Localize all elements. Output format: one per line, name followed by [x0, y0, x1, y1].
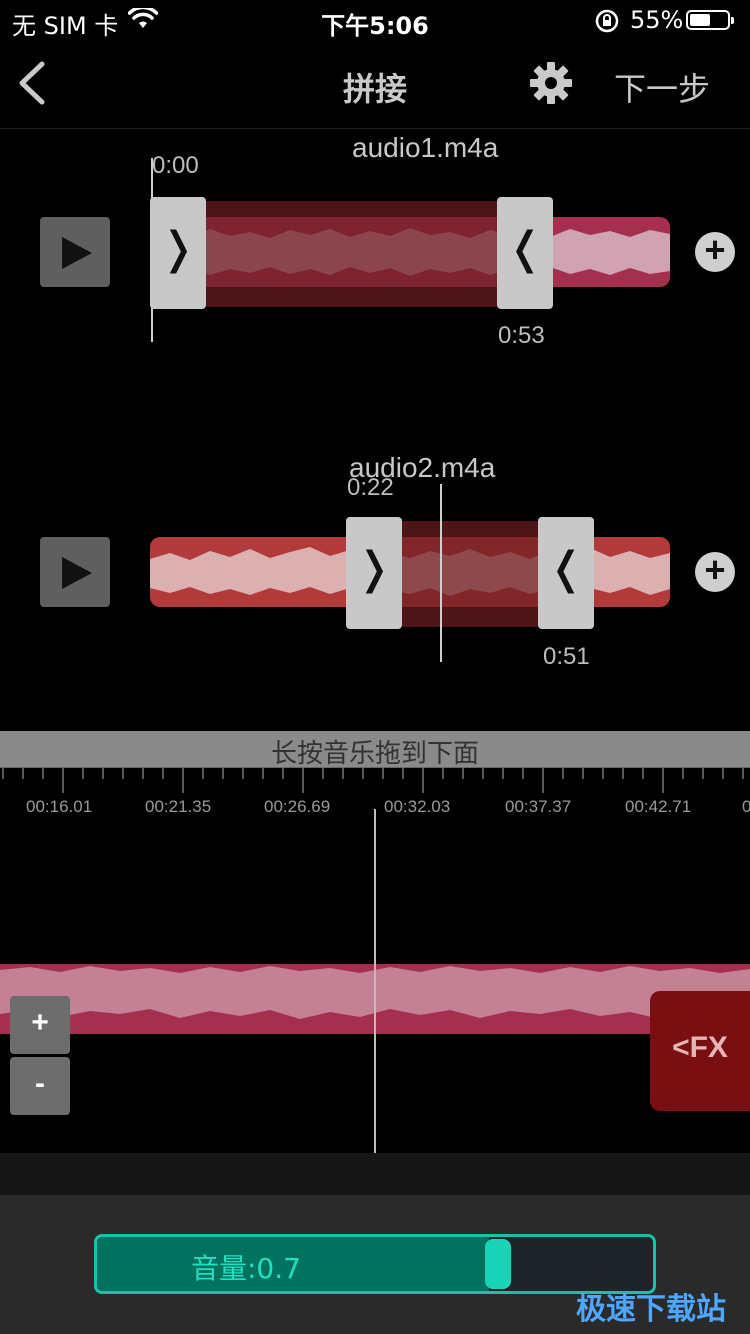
track-1-start-handle[interactable]: ❭	[150, 197, 206, 309]
fx-button[interactable]: <FX	[650, 991, 750, 1111]
ruler-label: 0	[742, 797, 750, 816]
timeline-ruler[interactable]: 00:16.01 00:21.35 00:26.69 00:32.03 00:3…	[0, 767, 750, 816]
track-1-end-time: 0:53	[498, 322, 545, 349]
battery-percent: 55%	[630, 6, 684, 34]
ruler-label: 00:32.03	[384, 797, 451, 816]
track-1-play-button[interactable]	[40, 217, 110, 287]
play-icon	[62, 557, 92, 589]
track-2-end-time: 0:51	[543, 643, 590, 670]
track-1-add-button[interactable]: +	[695, 229, 735, 272]
next-step-button[interactable]: 下一步	[614, 64, 710, 110]
play-icon	[62, 237, 92, 269]
track-1-filename: audio1.m4a	[352, 132, 499, 163]
battery-icon	[686, 10, 734, 30]
track-2-start-time: 0:22	[347, 474, 394, 501]
volume-knob[interactable]	[485, 1239, 511, 1289]
zoom-out-button[interactable]: -	[10, 1057, 70, 1115]
track-2-end-handle[interactable]: ❬	[538, 517, 594, 629]
ruler-label: 00:26.69	[264, 797, 331, 816]
watermark: 极速下载站	[576, 1292, 726, 1327]
track-1-selection	[206, 201, 498, 307]
timeline-bottom-strip	[0, 1153, 750, 1195]
zoom-in-button[interactable]: +	[10, 996, 70, 1054]
track-1-start-time: 0:00	[152, 152, 199, 179]
volume-slider[interactable]: 音量:0.7	[94, 1234, 656, 1294]
volume-label: 音量:0.7	[191, 1252, 301, 1285]
track-2-add-button[interactable]: +	[695, 549, 735, 592]
nav-bar: 拼接 下一步	[0, 40, 750, 129]
ruler-label: 00:42.71	[625, 797, 692, 816]
ruler-label: 00:21.35	[145, 797, 212, 816]
track-1-end-handle[interactable]: ❬	[497, 197, 553, 309]
track-2-selection	[402, 521, 540, 627]
drag-hint-bar: 长按音乐拖到下面	[0, 731, 750, 769]
status-bar: 无 SIM 卡 下午5:06 55%	[0, 0, 750, 40]
plus-icon: +	[704, 229, 726, 270]
track-2-start-handle[interactable]: ❭	[346, 517, 402, 629]
rotation-lock-icon	[594, 8, 620, 39]
track-2-playhead	[440, 484, 442, 662]
ruler-label: 00:16.01	[26, 797, 93, 816]
drag-hint-text: 长按音乐拖到下面	[270, 739, 479, 769]
timeline-playhead[interactable]	[374, 809, 376, 1153]
ruler-label: 00:37.37	[505, 797, 572, 816]
battery-fill	[690, 14, 710, 26]
gear-icon[interactable]	[528, 60, 574, 106]
track-2-play-button[interactable]	[40, 537, 110, 607]
plus-icon: +	[704, 549, 726, 590]
